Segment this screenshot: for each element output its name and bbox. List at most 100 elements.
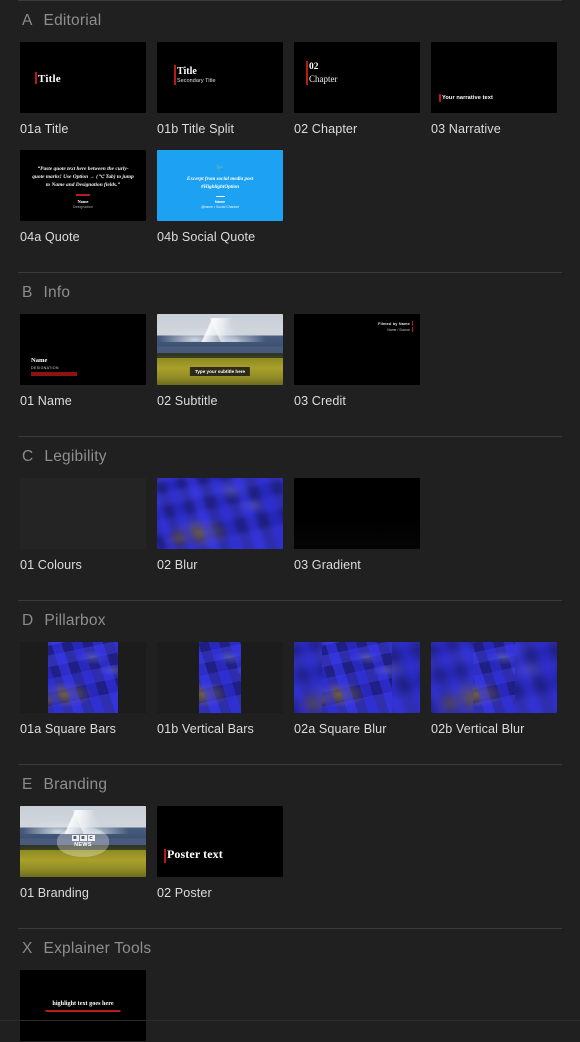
thumbnail-pillar-square[interactable] <box>20 642 146 713</box>
highlight-underline <box>45 1010 121 1012</box>
template-item[interactable]: Poster text 02 Poster <box>157 806 294 900</box>
subtitle-text: Secondary Title <box>177 78 216 84</box>
designation-text: DESIGNATION <box>31 366 59 370</box>
thumbnail-gradient[interactable] <box>294 478 420 549</box>
template-item[interactable]: 03 Gradient <box>294 478 431 572</box>
section-title: Branding <box>43 776 108 793</box>
red-accent-bar <box>306 61 308 85</box>
section-title: Legibility <box>44 448 107 465</box>
blurred-photo <box>157 478 283 549</box>
template-label: 03 Narrative <box>431 122 501 136</box>
gradient-fill <box>294 478 420 549</box>
section-title: Info <box>43 284 71 301</box>
template-label: 02 Chapter <box>294 122 358 136</box>
credit-line-1: Filmed by Name <box>378 322 410 326</box>
red-accent-bar <box>411 327 413 332</box>
section-header-x: X Explainer Tools <box>0 929 580 970</box>
template-label: 01 Name <box>20 394 72 408</box>
bottom-divider <box>0 1020 580 1021</box>
template-label: 01 Colours <box>20 558 82 572</box>
section-x: X Explainer Tools highlight text goes here… <box>0 928 580 1042</box>
template-item[interactable]: Title 01a Title <box>20 42 157 136</box>
thumbnail-chapter[interactable]: 02 Chapter <box>294 42 420 113</box>
template-item[interactable]: 🐦 Excerpt from social media post #Highlig… <box>157 150 294 244</box>
section-letter: D <box>22 612 34 629</box>
thumbnail-empty[interactable] <box>20 478 146 549</box>
section-header-c: C Legibility <box>0 437 580 478</box>
quote-text: “Paste quote text here between the curly… <box>32 166 134 188</box>
thumbnail-grid: Name DESIGNATION 01 Name Type your subtitle… <box>0 314 580 436</box>
thumbnail-title-split[interactable]: Title Secondary Title <box>157 42 283 113</box>
template-label: 03 Credit <box>294 394 347 408</box>
section-letter: E <box>22 776 33 793</box>
section-letter: C <box>22 448 34 465</box>
template-label: 02a Square Blur <box>294 722 387 736</box>
template-item[interactable]: highlight text goes here01 Highlight <box>20 970 157 1042</box>
section-header-e: E Branding <box>0 765 580 806</box>
thumbnail-credit[interactable]: Filmed by Name Name / Source <box>294 314 420 385</box>
thumbnail-grid: Title 01a Title Title Secondary Title 01b Ti… <box>0 42 580 272</box>
template-label: 02 Subtitle <box>157 394 218 408</box>
red-accent-bar <box>411 321 413 326</box>
narrative-text: Your narrative text <box>442 95 493 101</box>
quote-name: Name <box>77 198 89 204</box>
thumbnail-grid: highlight text goes here01 Highlight <box>0 970 580 1042</box>
red-accent-bar <box>174 65 176 85</box>
section-letter: X <box>22 940 33 957</box>
template-item[interactable]: 01a Square Bars <box>20 642 157 736</box>
thumbnail-highlight[interactable]: highlight text goes here <box>20 970 146 1041</box>
thumbnail-pillar-vertical[interactable] <box>157 642 283 713</box>
section-title: Explainer Tools <box>43 940 152 957</box>
thumbnail-narrative[interactable]: Your narrative text <box>431 42 557 113</box>
social-quote-block: Excerpt from social media post #Highligh… <box>157 176 283 209</box>
thumbnail-social-quote[interactable]: 🐦 Excerpt from social media post #Highlig… <box>157 150 283 221</box>
template-item[interactable]: 02a Square Blur <box>294 642 431 736</box>
template-label: 03 Gradient <box>294 558 361 572</box>
pillar-window <box>48 642 118 713</box>
thumbnail-blur[interactable] <box>157 478 283 549</box>
section-header-d: D Pillarbox <box>0 601 580 642</box>
template-item[interactable]: Your narrative text 03 Narrative <box>431 42 568 136</box>
thumbnail-grid: B B C NEWS 01 Branding Poster text 02 Poster <box>0 806 580 928</box>
photo <box>322 642 392 713</box>
thumbnail-quote[interactable]: “Paste quote text here between the curly… <box>20 150 146 221</box>
template-browser: A Editorial Title 01a Title Title Secondary T… <box>0 0 580 1042</box>
template-item[interactable]: “Paste quote text here between the curly… <box>20 150 157 244</box>
logo-block-1: B <box>71 834 79 842</box>
template-item[interactable]: 02 Blur <box>157 478 294 572</box>
section-c: C Legibility 01 Colours 02 Blur 03 Gradient <box>0 436 580 600</box>
thumbnail-branding[interactable]: B B C NEWS <box>20 806 146 877</box>
thumbnail-blur-square[interactable] <box>294 642 420 713</box>
section-title: Pillarbox <box>44 612 106 629</box>
thumbnail-title[interactable]: Title <box>20 42 146 113</box>
template-label: 01 Branding <box>20 886 90 900</box>
logo-block-3: C <box>87 834 95 842</box>
template-item[interactable]: Type your subtitle here 02 Subtitle <box>157 314 294 408</box>
template-item[interactable]: Filmed by Name Name / Source 03 Credit <box>294 314 431 408</box>
template-item[interactable]: 02b Vertical Blur <box>431 642 568 736</box>
template-item[interactable]: B B C NEWS 01 Branding <box>20 806 157 900</box>
thumbnail-grid: 01a Square Bars 01b Vertical Bars 02a Squa… <box>0 642 580 764</box>
template-label: 01b Vertical Bars <box>157 722 254 736</box>
thumbnail-subtitle[interactable]: Type your subtitle here <box>157 314 283 385</box>
chapter-word: Chapter <box>309 74 338 84</box>
title-text: Title <box>177 66 197 77</box>
social-name: Name <box>214 199 226 204</box>
template-label: 02b Vertical Blur <box>431 722 525 736</box>
thumbnail-blur-vertical[interactable] <box>431 642 557 713</box>
quote-designation: Designation <box>72 205 94 210</box>
thumbnail-name[interactable]: Name DESIGNATION <box>20 314 146 385</box>
template-item[interactable]: 01b Vertical Bars <box>157 642 294 736</box>
section-header-b: B Info <box>0 273 580 314</box>
template-item[interactable]: Title Secondary Title 01b Title Split <box>157 42 294 136</box>
red-strip <box>31 372 77 376</box>
template-item[interactable]: 01 Colours <box>20 478 157 572</box>
sharp-window <box>473 642 515 713</box>
thumbnail-poster[interactable]: Poster text <box>157 806 283 877</box>
template-item[interactable]: 02 Chapter 02 Chapter <box>294 42 431 136</box>
red-accent-bar <box>439 94 441 102</box>
photo <box>48 642 118 713</box>
template-item[interactable]: Name DESIGNATION 01 Name <box>20 314 157 408</box>
template-label: 01a Title <box>20 122 69 136</box>
logo-blocks: BBC <box>71 834 95 842</box>
